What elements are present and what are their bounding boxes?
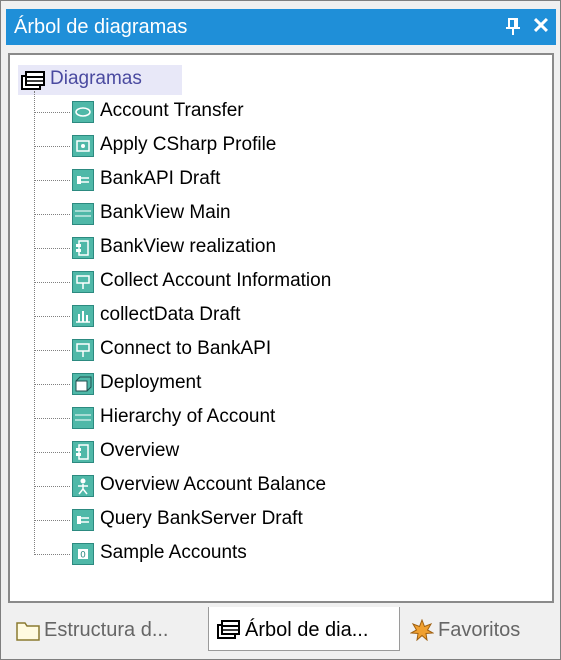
tree-connector bbox=[34, 248, 70, 249]
tree-item[interactable]: BankView Main bbox=[34, 199, 534, 229]
tree-connector bbox=[34, 214, 70, 215]
window-title: Árbol de diagramas bbox=[14, 16, 188, 38]
tree-root-diagramas[interactable]: Diagramas bbox=[18, 65, 182, 95]
profile-diagram-icon bbox=[72, 135, 94, 157]
tree-item[interactable]: Connect to BankAPI bbox=[34, 335, 534, 365]
package-diagram-icon bbox=[72, 339, 94, 361]
tree-item[interactable]: BankView realization bbox=[34, 233, 534, 263]
tree-connector bbox=[34, 520, 70, 521]
tree-connector bbox=[34, 486, 70, 487]
sequence-diagram-icon bbox=[72, 169, 94, 191]
tree-item-label: Apply CSharp Profile bbox=[100, 134, 277, 155]
tree-item-label: Overview bbox=[100, 440, 180, 461]
composite-structure-diagram-icon bbox=[72, 475, 94, 497]
tree-item[interactable]: Hierarchy of Account bbox=[34, 403, 534, 433]
class-diagram-icon bbox=[72, 203, 94, 225]
tree-item[interactable]: collectData Draft bbox=[34, 301, 534, 331]
pin-icon[interactable] bbox=[504, 17, 522, 37]
tree-item-label: Account Transfer bbox=[100, 100, 244, 121]
tab-estructura-label: Estructura d... bbox=[44, 619, 169, 641]
tree-item-label: BankAPI Draft bbox=[100, 168, 221, 189]
tree-connector bbox=[34, 112, 70, 113]
tab-favoritos[interactable]: Favoritos bbox=[402, 607, 552, 651]
tree-connector bbox=[34, 316, 70, 317]
panel-tab-bar: Estructura d... Árbol de dia... Favorito… bbox=[8, 605, 554, 655]
tree-item[interactable]: Query BankServer Draft bbox=[34, 505, 534, 535]
tree-connector bbox=[34, 384, 70, 385]
diagram-folder-icon bbox=[21, 71, 45, 91]
tree-item-label: Hierarchy of Account bbox=[100, 406, 276, 427]
folder-icon bbox=[16, 619, 40, 641]
tree-item[interactable]: Account Transfer bbox=[34, 97, 534, 127]
tree-item-label: Sample Accounts bbox=[100, 542, 247, 563]
use-case-diagram-icon bbox=[72, 101, 94, 123]
tree-item[interactable]: Apply CSharp Profile bbox=[34, 131, 534, 161]
timing-diagram-icon bbox=[72, 305, 94, 327]
tree-item[interactable]: 0 Sample Accounts bbox=[34, 539, 534, 569]
tree-item-label: Connect to BankAPI bbox=[100, 338, 272, 359]
favorites-icon bbox=[409, 618, 435, 642]
tree-connector bbox=[34, 418, 70, 419]
title-bar[interactable]: Árbol de diagramas ✕ bbox=[6, 9, 556, 45]
svg-text:0: 0 bbox=[80, 551, 86, 561]
tab-arbol-label: Árbol de dia... bbox=[245, 619, 369, 641]
component-diagram-icon bbox=[72, 441, 94, 463]
tree-connector bbox=[34, 554, 70, 555]
tree-connector bbox=[34, 146, 70, 147]
diagram-tree-panel: Diagramas Account Transfer Apply CSharp P… bbox=[8, 53, 554, 603]
tree-item-label: BankView Main bbox=[100, 202, 231, 223]
component-diagram-icon bbox=[72, 237, 94, 259]
close-icon[interactable]: ✕ bbox=[530, 14, 552, 38]
tree-item-label: BankView realization bbox=[100, 236, 277, 257]
diagram-tree-icon bbox=[217, 619, 241, 641]
tab-arbol-de-diagramas[interactable]: Árbol de dia... bbox=[208, 607, 400, 651]
tree-connector bbox=[34, 452, 70, 453]
tree-item-label: Collect Account Information bbox=[100, 270, 332, 291]
tree-item-label: Overview Account Balance bbox=[100, 474, 327, 495]
sequence-diagram-icon bbox=[72, 509, 94, 531]
tree-item[interactable]: Collect Account Information bbox=[34, 267, 534, 297]
diagram-tree-window: Árbol de diagramas ✕ Diagramas Account T… bbox=[0, 0, 561, 660]
tree-connector bbox=[34, 282, 70, 283]
tree-connector bbox=[34, 350, 70, 351]
tree-item-label: collectData Draft bbox=[100, 304, 241, 325]
tree-root-label: Diagramas bbox=[50, 68, 142, 89]
object-diagram-icon: 0 bbox=[72, 543, 94, 565]
tree-item[interactable]: Overview Account Balance bbox=[34, 471, 534, 501]
class-diagram-icon bbox=[72, 407, 94, 429]
tree-item[interactable]: Overview bbox=[34, 437, 534, 467]
tree-item[interactable]: Deployment bbox=[34, 369, 534, 399]
tree-item[interactable]: BankAPI Draft bbox=[34, 165, 534, 195]
tree-item-label: Query BankServer Draft bbox=[100, 508, 303, 529]
tab-estructura[interactable]: Estructura d... bbox=[8, 607, 208, 651]
tree-item-label: Deployment bbox=[100, 372, 202, 393]
tab-favoritos-label: Favoritos bbox=[438, 619, 521, 641]
tree-connector bbox=[34, 180, 70, 181]
deployment-diagram-icon bbox=[72, 373, 94, 395]
package-diagram-icon bbox=[72, 271, 94, 293]
